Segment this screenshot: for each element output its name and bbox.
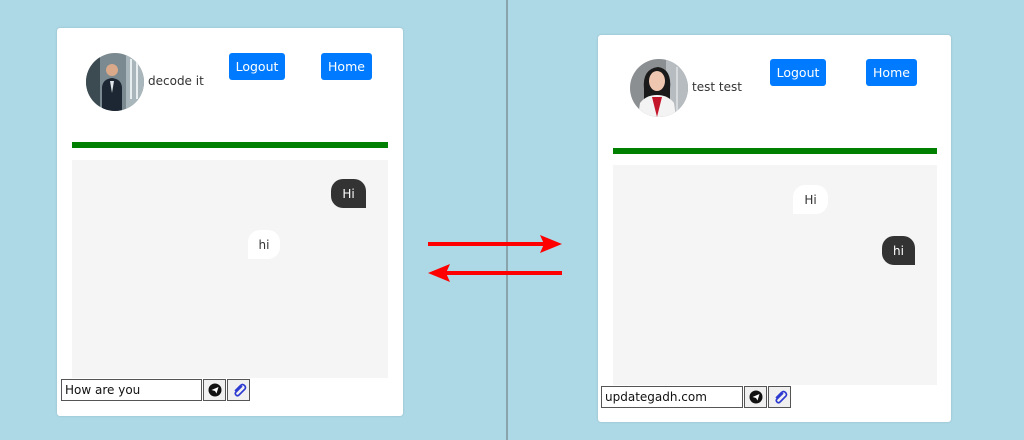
username-label: decode it <box>148 74 204 88</box>
logout-button[interactable]: Logout <box>229 53 285 80</box>
logout-button[interactable]: Logout <box>770 59 826 86</box>
message-input[interactable] <box>601 386 743 408</box>
avatar <box>86 53 144 111</box>
username-label: test test <box>692 80 742 94</box>
send-button[interactable] <box>203 379 226 401</box>
paperclip-icon <box>233 383 246 397</box>
home-button[interactable]: Home <box>321 53 372 80</box>
message-input-row <box>61 379 250 401</box>
home-button[interactable]: Home <box>866 59 917 86</box>
avatar <box>630 59 688 117</box>
chat-messages-area: Hi hi <box>613 165 937 385</box>
message-input[interactable] <box>61 379 202 401</box>
message-bubble-received: hi <box>248 230 280 259</box>
window-divider <box>506 0 508 440</box>
arrow-left-icon <box>428 264 562 282</box>
chat-window-left: decode it Logout Home Hi hi <box>57 28 403 416</box>
send-icon <box>749 390 762 404</box>
bidirectional-arrows <box>428 235 562 282</box>
arrow-right-icon <box>428 235 562 253</box>
chat-window-right: test test Logout Home Hi hi <box>598 35 951 422</box>
status-bar <box>613 148 937 154</box>
send-icon <box>208 383 221 397</box>
paperclip-icon <box>774 390 787 404</box>
message-bubble-sent: Hi <box>331 179 366 208</box>
send-button[interactable] <box>744 386 767 408</box>
message-bubble-sent: hi <box>882 236 915 265</box>
attach-button[interactable] <box>227 379 250 401</box>
message-bubble-received: Hi <box>793 185 828 214</box>
status-bar <box>72 142 388 148</box>
attach-button[interactable] <box>768 386 791 408</box>
chat-messages-area: Hi hi <box>72 160 388 378</box>
message-input-row <box>601 386 791 408</box>
